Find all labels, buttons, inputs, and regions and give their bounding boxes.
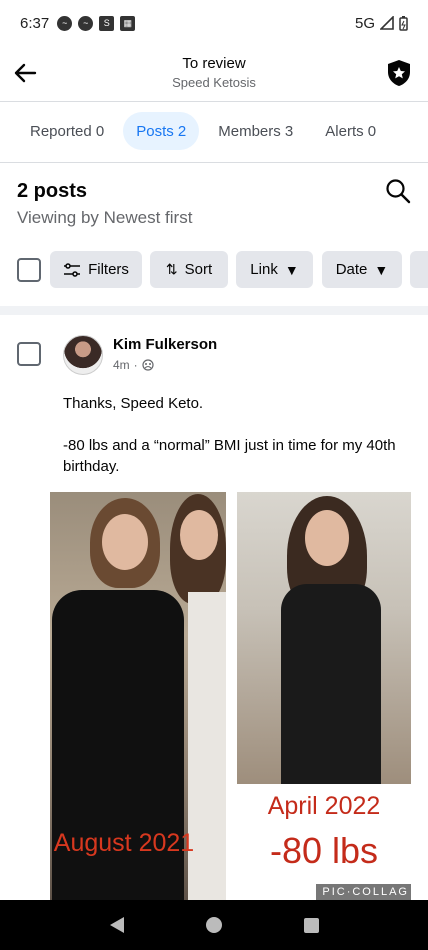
separator-dot: · — [133, 358, 138, 372]
divider — [0, 162, 428, 163]
post-body: Thanks, Speed Keto. -80 lbs and a “norma… — [63, 393, 413, 498]
post-time: 4m — [113, 358, 130, 372]
caret-down-icon: ▼ — [284, 261, 299, 278]
search-icon — [386, 179, 411, 204]
tab-reported[interactable]: Reported 0 — [17, 112, 117, 150]
nav-back-icon[interactable] — [109, 917, 124, 933]
messenger-notification-icon: ~ — [78, 15, 94, 31]
app-grid-notification-icon: ▦ — [120, 15, 136, 31]
select-all-checkbox[interactable] — [17, 258, 41, 282]
posts-count: 2 posts — [17, 180, 88, 202]
post-image-collage[interactable]: August 2021 April 2022 -80 lbs PIC·COLLA… — [50, 492, 411, 900]
app-header: To review Speed Ketosis — [0, 46, 428, 102]
tab-alerts[interactable]: Alerts 0 — [312, 112, 389, 150]
system-nav-bar — [0, 900, 428, 950]
filters-button[interactable]: Filters — [50, 251, 142, 288]
before-caption: August 2021 — [53, 829, 195, 857]
sort-button[interactable]: ⇅ Sort — [150, 251, 228, 288]
post-text-line: Thanks, Speed Keto. — [63, 395, 204, 412]
sort-arrows-icon: ⇅ — [165, 261, 178, 277]
status-time: 6:37 — [20, 14, 50, 32]
sliders-icon — [64, 262, 81, 277]
tab-members[interactable]: Members 3 — [205, 112, 306, 150]
group-name: Speed Ketosis — [172, 75, 256, 90]
admin-shield-button[interactable] — [386, 59, 412, 87]
sort-label: Sort — [184, 261, 213, 278]
post-author[interactable]: Kim Fulkerson — [113, 336, 217, 353]
battery-icon — [399, 15, 408, 31]
signal-icon — [380, 16, 394, 30]
header-title-block: To review Speed Ketosis — [0, 55, 428, 90]
shield-star-icon — [388, 60, 410, 86]
sort-description: Viewing by Newest first — [17, 208, 193, 227]
network-type: 5G — [354, 14, 375, 32]
group-audience-icon — [142, 359, 154, 371]
after-date-caption: April 2022 — [267, 792, 381, 820]
date-label: Date — [335, 261, 368, 278]
filter-bar: Filters ⇅ Sort Link ▼ Date ▼ — [0, 251, 428, 289]
search-button[interactable] — [385, 178, 411, 204]
more-filters-chip[interactable] — [410, 251, 428, 288]
status-bar: 6:37 ~ ~ S ▦ 5G — [0, 0, 428, 46]
tab-posts[interactable]: Posts 2 — [123, 112, 200, 150]
s-app-notification-icon: S — [99, 15, 115, 31]
weight-loss-caption: -80 lbs — [269, 830, 379, 871]
messenger-notification-icon: ~ — [57, 15, 73, 31]
nav-home-icon[interactable] — [205, 917, 222, 933]
post-meta: 4m · — [113, 358, 154, 372]
post-text-line: -80 lbs and a “normal” BMI just in time … — [63, 437, 396, 475]
caret-down-icon: ▼ — [374, 261, 389, 278]
collage-watermark: PIC·COLLAG — [316, 884, 411, 900]
section-separator — [0, 306, 428, 315]
page-title: To review — [182, 55, 246, 72]
after-photo — [237, 492, 411, 784]
link-filter-dropdown[interactable]: Link ▼ — [236, 251, 313, 288]
post-select-checkbox[interactable] — [17, 342, 41, 366]
avatar[interactable] — [63, 335, 103, 375]
review-tabs: Reported 0 Posts 2 Members 3 Alerts 0 — [0, 112, 428, 152]
date-filter-dropdown[interactable]: Date ▼ — [322, 251, 402, 288]
nav-recents-icon[interactable] — [303, 917, 319, 933]
filters-label: Filters — [88, 261, 129, 278]
link-label: Link — [250, 261, 278, 278]
